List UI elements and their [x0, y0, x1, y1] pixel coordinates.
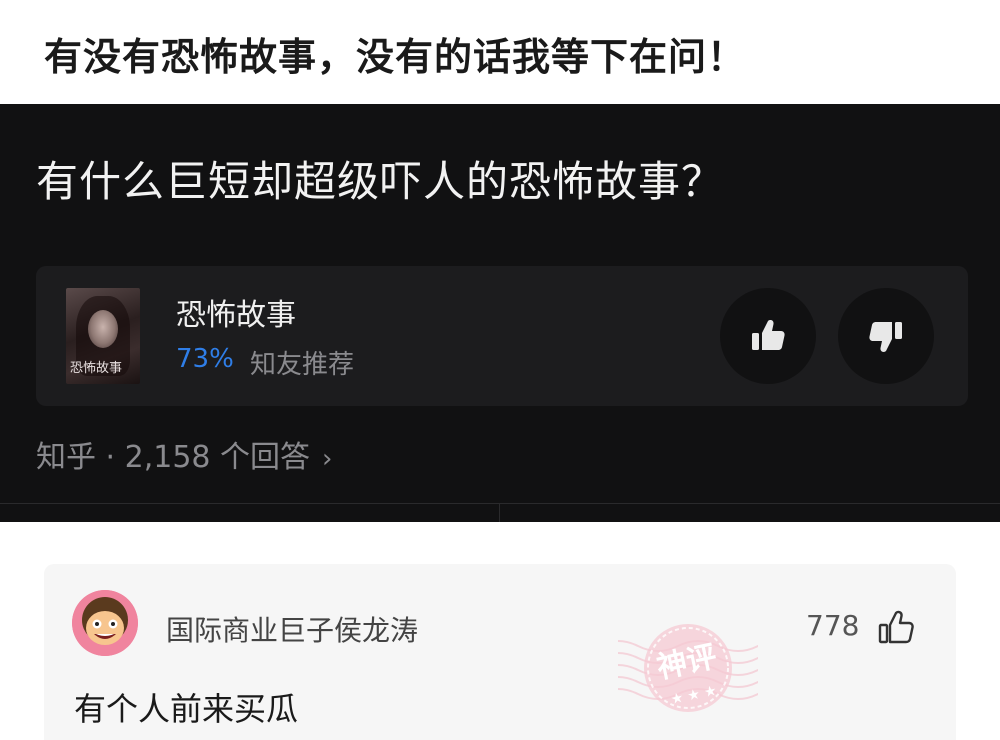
divider-vertical — [499, 503, 500, 522]
post-title: 有没有恐怖故事，没有的话我等下在问！ — [44, 35, 747, 79]
cover-face — [88, 310, 118, 348]
topic-name[interactable]: 恐怖故事 — [176, 290, 296, 334]
topic-cover-image[interactable]: 恐怖故事 — [66, 288, 140, 384]
chevron-right-icon: › — [322, 444, 333, 474]
topic-recommend-label: 知友推荐 — [250, 350, 355, 380]
answer-meta-text: 知乎 · 2,158 个回答 — [36, 440, 311, 475]
hot-comment-stamp-icon: 神评 ★ ★ ★ — [618, 624, 758, 712]
topic-percent: 73% — [176, 344, 234, 374]
thumbs-up-button[interactable] — [720, 288, 816, 384]
screenshot-page: 有没有恐怖故事，没有的话我等下在问！ 有什么巨短却超级吓人的恐怖故事？ 恐怖故事… — [0, 0, 1000, 740]
comment-text: 有个人前来买瓜 — [74, 690, 299, 728]
thumbs-down-button[interactable] — [838, 288, 934, 384]
thumbs-down-icon — [869, 322, 902, 352]
divider — [0, 503, 1000, 504]
question-title[interactable]: 有什么巨短却超级吓人的恐怖故事？ — [36, 148, 724, 209]
cartoon-face-icon — [72, 590, 138, 656]
comment-like-count: 778 — [806, 609, 860, 642]
thumbs-up-icon — [752, 320, 785, 350]
comment-username[interactable]: 国际商业巨子侯龙涛 — [166, 609, 418, 649]
like-icon[interactable] — [876, 608, 916, 648]
answer-meta-link[interactable]: 知乎 · 2,158 个回答 › — [36, 432, 332, 476]
topic-box[interactable] — [36, 266, 968, 406]
cover-text: 恐怖故事 — [70, 361, 123, 376]
user-avatar[interactable] — [72, 590, 138, 656]
